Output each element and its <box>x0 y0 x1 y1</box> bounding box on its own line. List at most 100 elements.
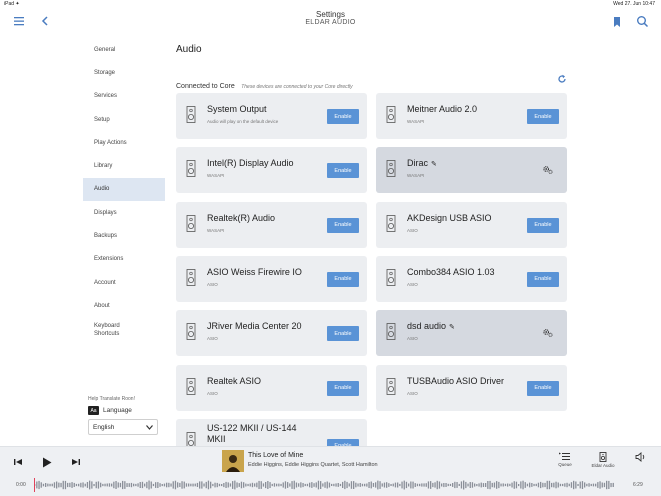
device-type: WASAPI <box>207 173 225 179</box>
speaker-icon <box>599 452 607 462</box>
audio-device-icon <box>386 160 396 178</box>
device-name: dsd audio ✎ <box>407 321 455 332</box>
audio-device-icon <box>186 160 196 178</box>
bookmark-icon[interactable] <box>612 16 622 28</box>
device-type: ASIO <box>207 390 218 396</box>
sidebar-item-keyboard-shortcuts[interactable]: Keyboard Shortcuts <box>83 318 131 344</box>
device-card[interactable]: AKDesign USB ASIO ASIO Enable <box>376 201 567 248</box>
section-title: Audio <box>176 44 202 55</box>
help-translate-link[interactable]: Help Translate Roon! <box>88 396 168 402</box>
device-type: WASAPI <box>207 227 225 233</box>
playhead-marker[interactable] <box>34 478 35 492</box>
device-name: US-122 MKII / US-144 MKII <box>207 422 297 445</box>
device-name: Intel(R) Display Audio <box>207 158 294 169</box>
audio-device-icon <box>186 323 196 341</box>
device-type: ASIO <box>207 281 218 287</box>
language-label: Language <box>103 407 132 414</box>
enable-button[interactable]: Enable <box>327 109 359 124</box>
status-bar: iPad ✦ Wed 27. Jun 10:47 <box>0 0 661 9</box>
gear-icon[interactable] <box>542 164 553 175</box>
enable-button[interactable]: Enable <box>327 380 359 396</box>
queue-icon <box>559 452 570 460</box>
connected-to-core-header: Connected to Core These devices are conn… <box>176 74 568 90</box>
enable-button[interactable]: Enable <box>527 109 559 124</box>
zone-name: ELDAR AUDIO <box>305 19 356 26</box>
audio-settings-panel: Audio Connected to Core These devices ar… <box>176 40 568 451</box>
sidebar-item-backups[interactable]: Backups <box>83 224 165 247</box>
device-type: ASIO <box>407 227 418 233</box>
sidebar-item-play-actions[interactable]: Play Actions <box>83 131 165 154</box>
device-name: ASIO Weiss Firewire IO <box>207 266 302 277</box>
device-name: JRiver Media Center 20 <box>207 321 302 332</box>
refresh-icon[interactable] <box>557 74 567 84</box>
zone-button[interactable]: Eldar Audio <box>591 452 615 468</box>
enable-button[interactable]: Enable <box>327 271 359 287</box>
device-card[interactable]: Realtek(R) Audio WASAPI Enable <box>176 201 367 248</box>
enable-button[interactable]: Enable <box>527 217 559 233</box>
pencil-icon[interactable]: ✎ <box>431 161 437 168</box>
device-card[interactable]: dsd audio ✎ ASIO <box>376 310 567 357</box>
connected-to-core-label: Connected to Core <box>176 83 235 90</box>
device-card[interactable]: System Output Audio will play on the defa… <box>176 93 367 139</box>
device-card[interactable]: TUSBAudio ASIO Driver ASIO Enable <box>376 364 567 411</box>
previous-track-icon[interactable] <box>12 456 24 468</box>
sidebar-item-about[interactable]: About <box>83 294 165 317</box>
enable-button[interactable]: Enable <box>327 163 359 179</box>
device-type: ASIO <box>407 336 418 342</box>
status-left: iPad ✦ <box>4 1 20 7</box>
sidebar-item-extensions[interactable]: Extensions <box>83 248 165 271</box>
settings-sidebar: General Storage Services Setup Play Acti… <box>83 38 165 344</box>
device-card[interactable]: ASIO Weiss Firewire IO ASIO Enable <box>176 255 367 302</box>
sidebar-item-setup[interactable]: Setup <box>83 108 165 131</box>
waveform-seekbar[interactable] <box>34 480 614 490</box>
language-icon: Aa <box>88 406 99 415</box>
sidebar-item-account[interactable]: Account <box>83 271 165 294</box>
device-name: TUSBAudio ASIO Driver <box>407 375 505 386</box>
device-name: Realtek ASIO <box>207 375 262 386</box>
device-card[interactable]: Meitner Audio 2.0 WASAPI Enable <box>376 93 567 139</box>
gear-icon[interactable] <box>542 327 553 338</box>
device-card[interactable]: JRiver Media Center 20 ASIO Enable <box>176 310 367 357</box>
device-type: WASAPI <box>407 119 425 124</box>
pencil-icon[interactable]: ✎ <box>449 324 455 331</box>
device-card[interactable]: Dirac ✎ WASAPI <box>376 147 567 194</box>
sidebar-item-library[interactable]: Library <box>83 154 165 177</box>
device-name: Combo384 ASIO 1.03 <box>407 266 495 277</box>
chevron-down-icon <box>146 424 153 430</box>
sidebar-item-storage[interactable]: Storage <box>83 61 165 84</box>
enable-button[interactable]: Enable <box>327 326 359 342</box>
status-right: Wed 27. Jun 10:47 <box>613 1 655 7</box>
device-name: System Output <box>207 104 267 114</box>
track-title[interactable]: This Love of Mine <box>248 452 303 459</box>
sidebar-footer: Help Translate Roon! Aa Language English <box>88 396 168 435</box>
now-playing-bar: This Love of Mine Eddie Higgins, Eddie H… <box>0 446 661 496</box>
elapsed-time: 0:00 <box>16 482 26 488</box>
track-duration: 6:29 <box>633 482 643 488</box>
volume-button[interactable] <box>628 452 652 462</box>
device-card[interactable]: Realtek ASIO ASIO Enable <box>176 364 367 411</box>
sidebar-item-displays[interactable]: Displays <box>83 201 165 224</box>
sidebar-item-services[interactable]: Services <box>83 85 165 108</box>
next-track-icon[interactable] <box>70 456 82 468</box>
sidebar-item-audio[interactable]: Audio <box>83 177 165 202</box>
album-art[interactable] <box>222 450 244 472</box>
audio-device-icon <box>186 377 196 395</box>
device-type: WASAPI <box>407 173 425 179</box>
device-card[interactable]: Intel(R) Display Audio WASAPI Enable <box>176 147 367 194</box>
search-icon[interactable] <box>636 15 649 28</box>
audio-device-icon <box>386 268 396 286</box>
play-icon[interactable] <box>40 456 53 469</box>
enable-button[interactable]: Enable <box>527 271 559 287</box>
language-select[interactable]: English <box>88 419 158 435</box>
device-type: ASIO <box>207 336 218 342</box>
device-name: AKDesign USB ASIO <box>407 212 492 223</box>
enable-button[interactable]: Enable <box>327 217 359 233</box>
enable-button[interactable]: Enable <box>527 380 559 396</box>
audio-device-icon <box>386 214 396 232</box>
track-artist[interactable]: Eddie Higgins, Eddie Higgins Quartet, Sc… <box>248 462 378 468</box>
device-type: ASIO <box>407 390 418 396</box>
queue-button[interactable]: Queue <box>553 452 577 467</box>
device-card[interactable]: Combo384 ASIO 1.03 ASIO Enable <box>376 255 567 302</box>
sidebar-item-general[interactable]: General <box>83 38 165 61</box>
audio-device-icon <box>186 214 196 232</box>
